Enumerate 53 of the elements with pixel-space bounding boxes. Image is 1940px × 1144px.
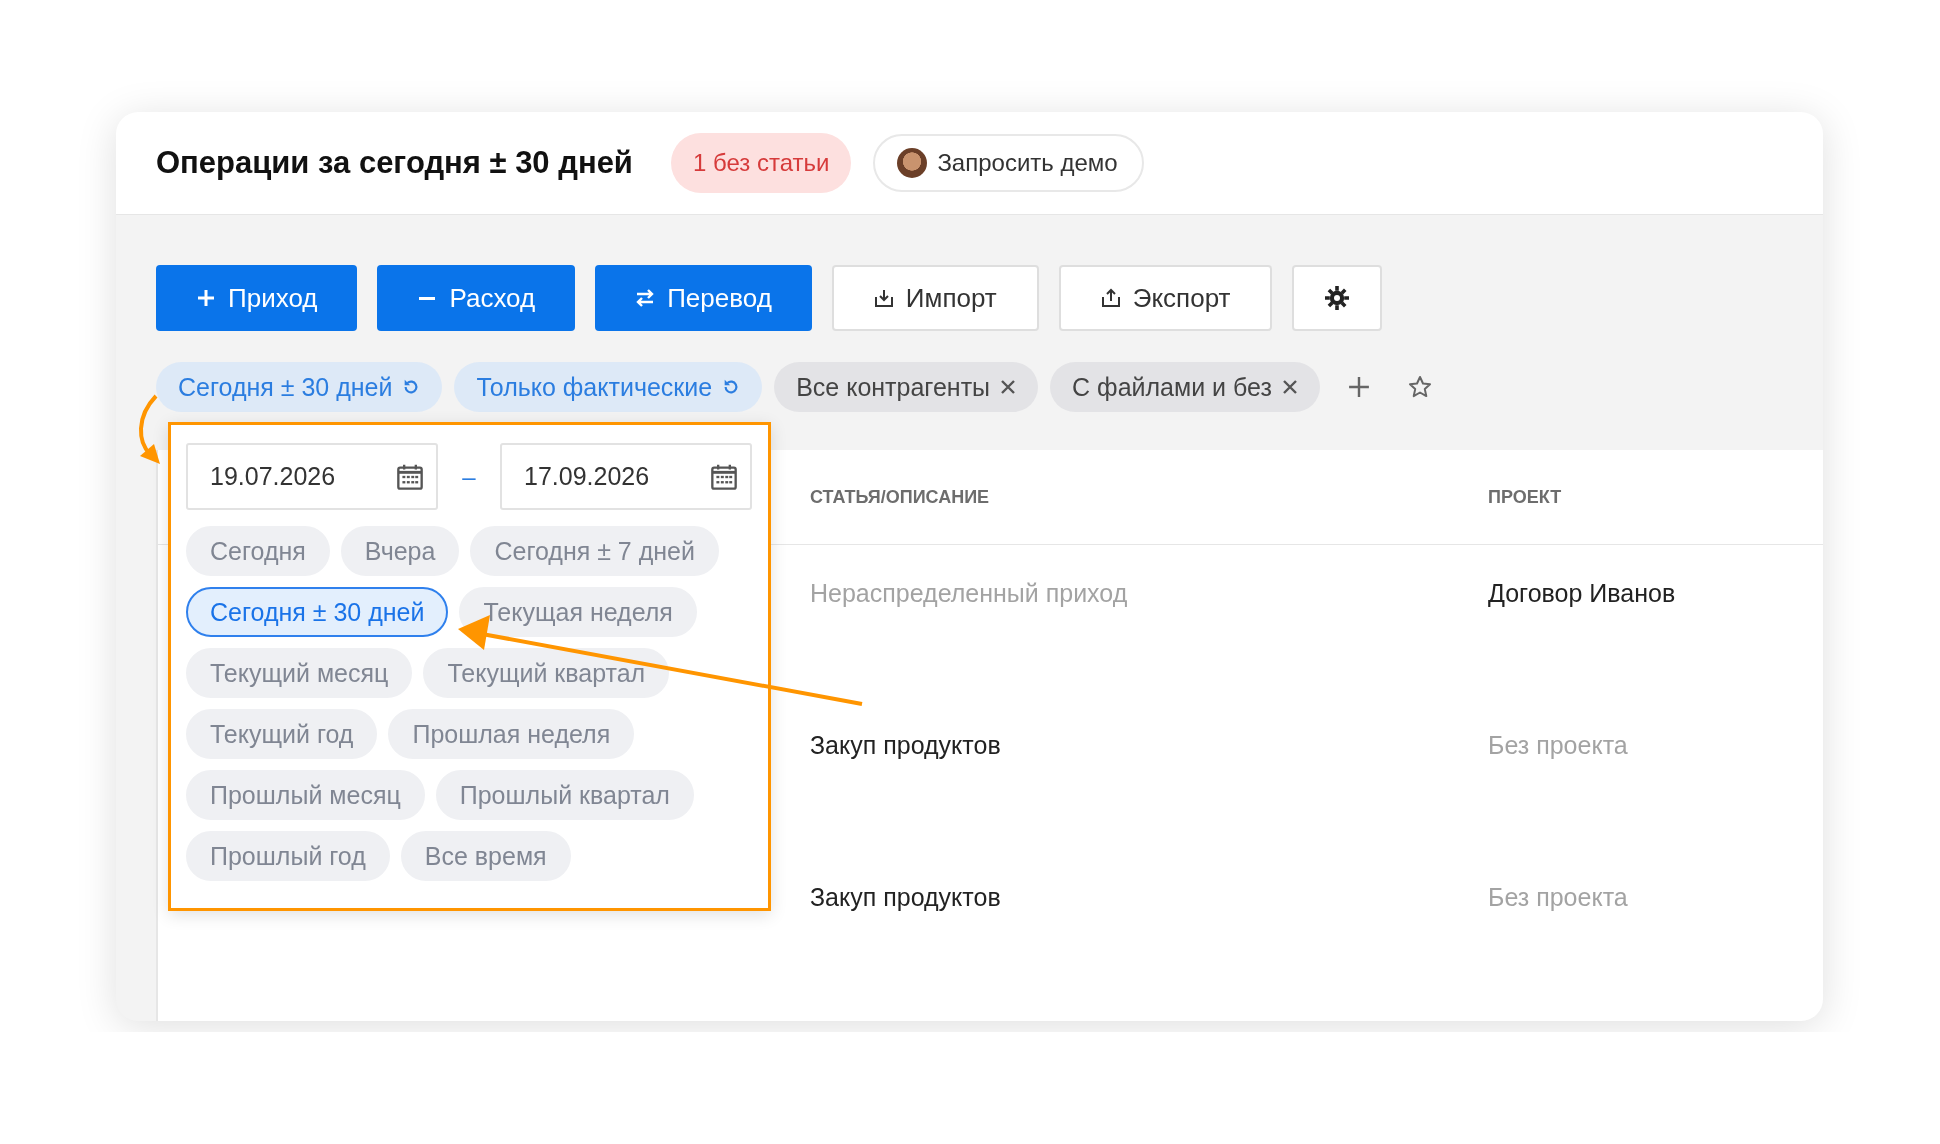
toolbar-button[interactable]: Экспорт [1058, 265, 1273, 331]
swap-arrows-icon [635, 288, 656, 308]
tray-down-arrow-icon [873, 288, 894, 308]
period-preset[interactable]: Прошлый год [186, 831, 390, 881]
close-icon [1000, 379, 1017, 395]
favorite-button[interactable] [1407, 375, 1432, 399]
filter-chip[interactable]: Только фактические [454, 362, 763, 412]
filter-chip[interactable]: Сегодня ± 30 дней [156, 362, 443, 412]
period-preset[interactable]: Текущий квартал [423, 648, 670, 698]
close-icon [1281, 379, 1298, 395]
minus-icon [417, 296, 438, 300]
period-preset[interactable]: Текущая неделя [459, 587, 697, 637]
settings-button[interactable] [1292, 265, 1383, 331]
toolbar-button[interactable]: Приход [156, 265, 358, 331]
table-cell-text: Закуп продуктов [810, 731, 1002, 761]
period-preset[interactable]: Все время [400, 831, 571, 881]
range-dash: – [461, 462, 477, 491]
period-preset[interactable]: Сегодня [186, 526, 330, 576]
toolbar-button[interactable]: Перевод [595, 265, 812, 331]
period-preset[interactable]: Сегодня ± 7 дней [470, 526, 719, 576]
table-cell-text: Без проекта [1488, 883, 1629, 913]
uncategorized-badge[interactable]: 1 без статьи [670, 133, 852, 193]
period-preset[interactable]: Прошлая неделя [388, 709, 635, 759]
period-preset[interactable]: Сегодня ± 30 дней [186, 587, 449, 637]
period-preset[interactable]: Вчера [340, 526, 460, 576]
annotation-arrow [139, 394, 160, 464]
filter-chip[interactable]: Все контрагенты [774, 362, 1039, 412]
filter-chip[interactable]: С файлами и без [1050, 362, 1320, 412]
request-demo-button[interactable]: Запросить демо [873, 134, 1144, 192]
date-field[interactable]: 19.07.2026 [186, 443, 438, 510]
toolbar-button[interactable]: Импорт [831, 265, 1039, 331]
page-title: Операции за сегодня ± 30 дней [156, 145, 633, 181]
period-preset[interactable]: Прошлый квартал [435, 770, 694, 820]
table-cell-text: Нераспределенный приход [810, 579, 1129, 609]
date-field[interactable]: 17.09.2026 [500, 443, 752, 510]
column-header[interactable]: ПРОЕКТ [1488, 486, 1823, 508]
table-cell-text: Закуп продуктов [810, 883, 1002, 913]
calendar-icon [396, 462, 424, 491]
calendar-icon [710, 462, 738, 491]
table-cell-text: Без проекта [1488, 731, 1629, 761]
toolbar-button[interactable]: Расход [377, 265, 576, 331]
tray-up-arrow-icon [1100, 288, 1121, 308]
avatar-icon [897, 148, 928, 178]
plus-icon [1347, 376, 1370, 398]
period-preset[interactable]: Текущий месяц [186, 648, 413, 698]
period-preset[interactable]: Текущий год [186, 709, 378, 759]
plus-icon [196, 288, 216, 308]
period-preset[interactable]: Прошлый месяц [186, 770, 425, 820]
column-header[interactable]: СТАТЬЯ/ОПИСАНИЕ [810, 486, 1488, 508]
table-cell-text: Договор Иванов [1488, 579, 1677, 609]
settings-icon [1325, 286, 1350, 310]
star-icon [1407, 375, 1432, 399]
add-filter-button[interactable] [1347, 376, 1370, 398]
